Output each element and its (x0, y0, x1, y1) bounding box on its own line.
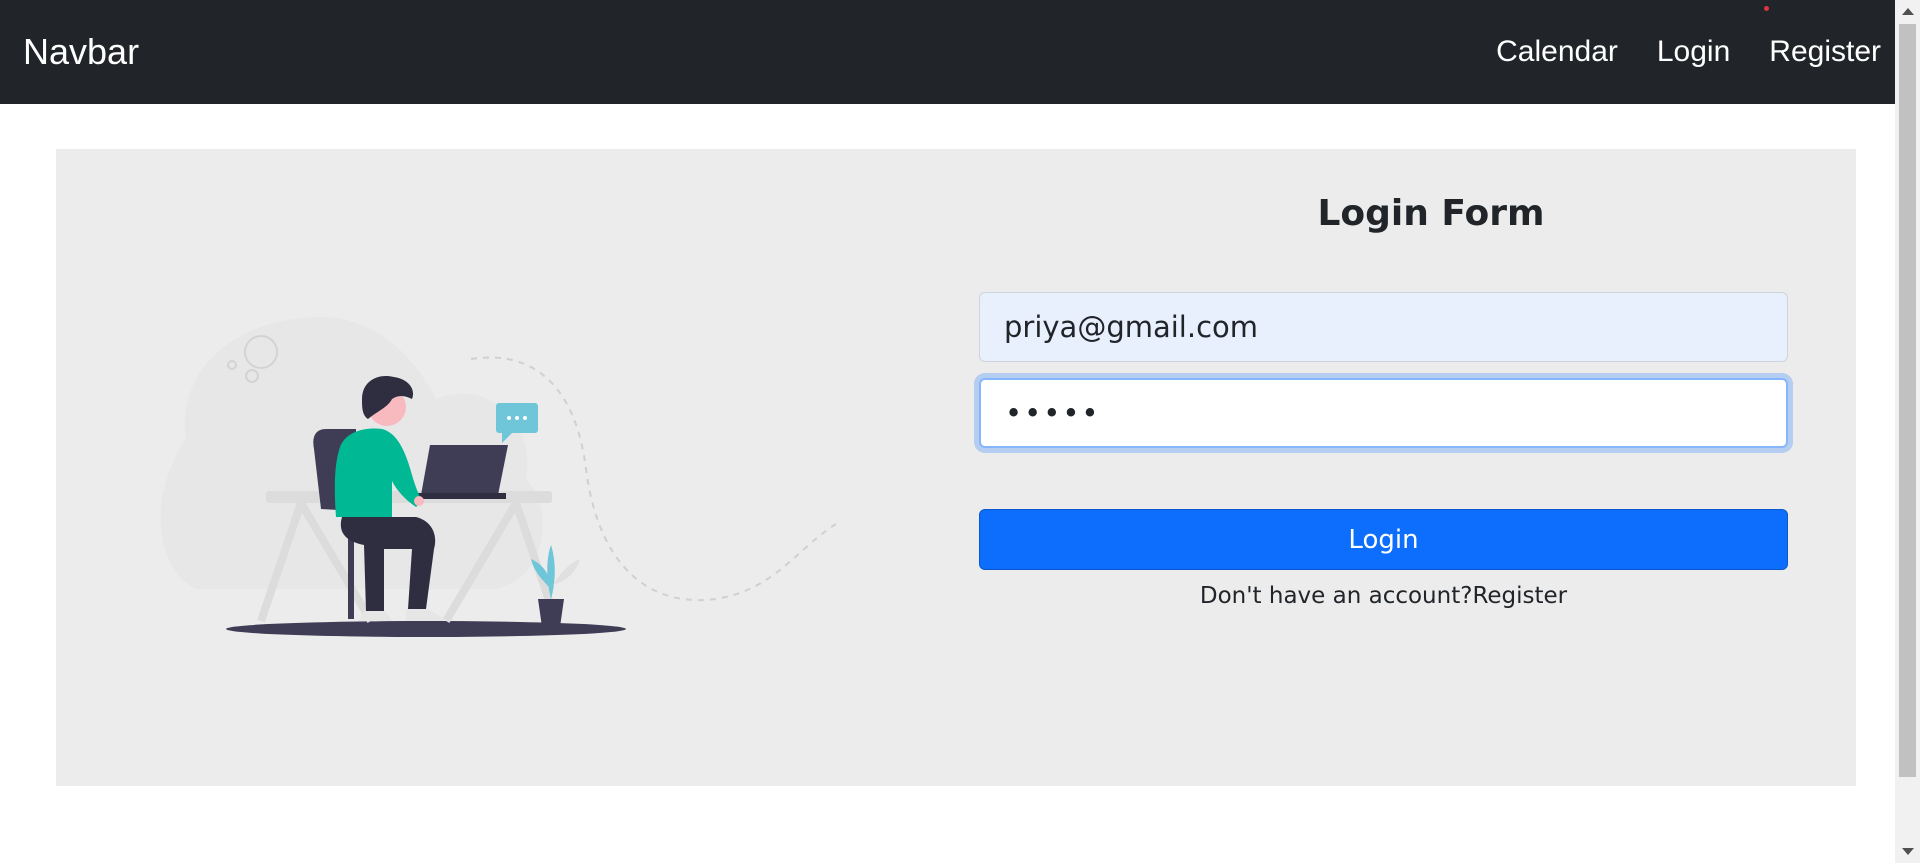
navbar-brand[interactable]: Navbar (23, 34, 139, 70)
vertical-scrollbar[interactable] (1895, 0, 1920, 863)
password-field[interactable] (979, 378, 1788, 448)
nav-link-login[interactable]: Login (1657, 35, 1730, 69)
person-at-laptop-illustration (160, 316, 836, 637)
register-prompt: Don't have an account?Register (979, 583, 1788, 609)
login-button[interactable]: Login (979, 509, 1788, 570)
scroll-down-arrow-icon[interactable] (1902, 848, 1914, 855)
register-prompt-text: Don't have an account? (1199, 583, 1473, 609)
navbar: Navbar Calendar Login Register (0, 0, 1895, 104)
notification-dot (1764, 6, 1769, 11)
nav-link-register[interactable]: Register (1769, 35, 1881, 69)
login-panel: Login Form Login Don't have an account?R… (56, 149, 1856, 786)
nav-links: Calendar Login Register (1457, 35, 1881, 69)
scroll-up-arrow-icon[interactable] (1902, 8, 1914, 15)
nav-link-calendar[interactable]: Calendar (1496, 35, 1618, 69)
scrollbar-thumb[interactable] (1899, 24, 1916, 777)
form-title: Login Form (1317, 193, 1545, 234)
email-field[interactable] (979, 292, 1788, 362)
register-link[interactable]: Register (1472, 583, 1567, 609)
